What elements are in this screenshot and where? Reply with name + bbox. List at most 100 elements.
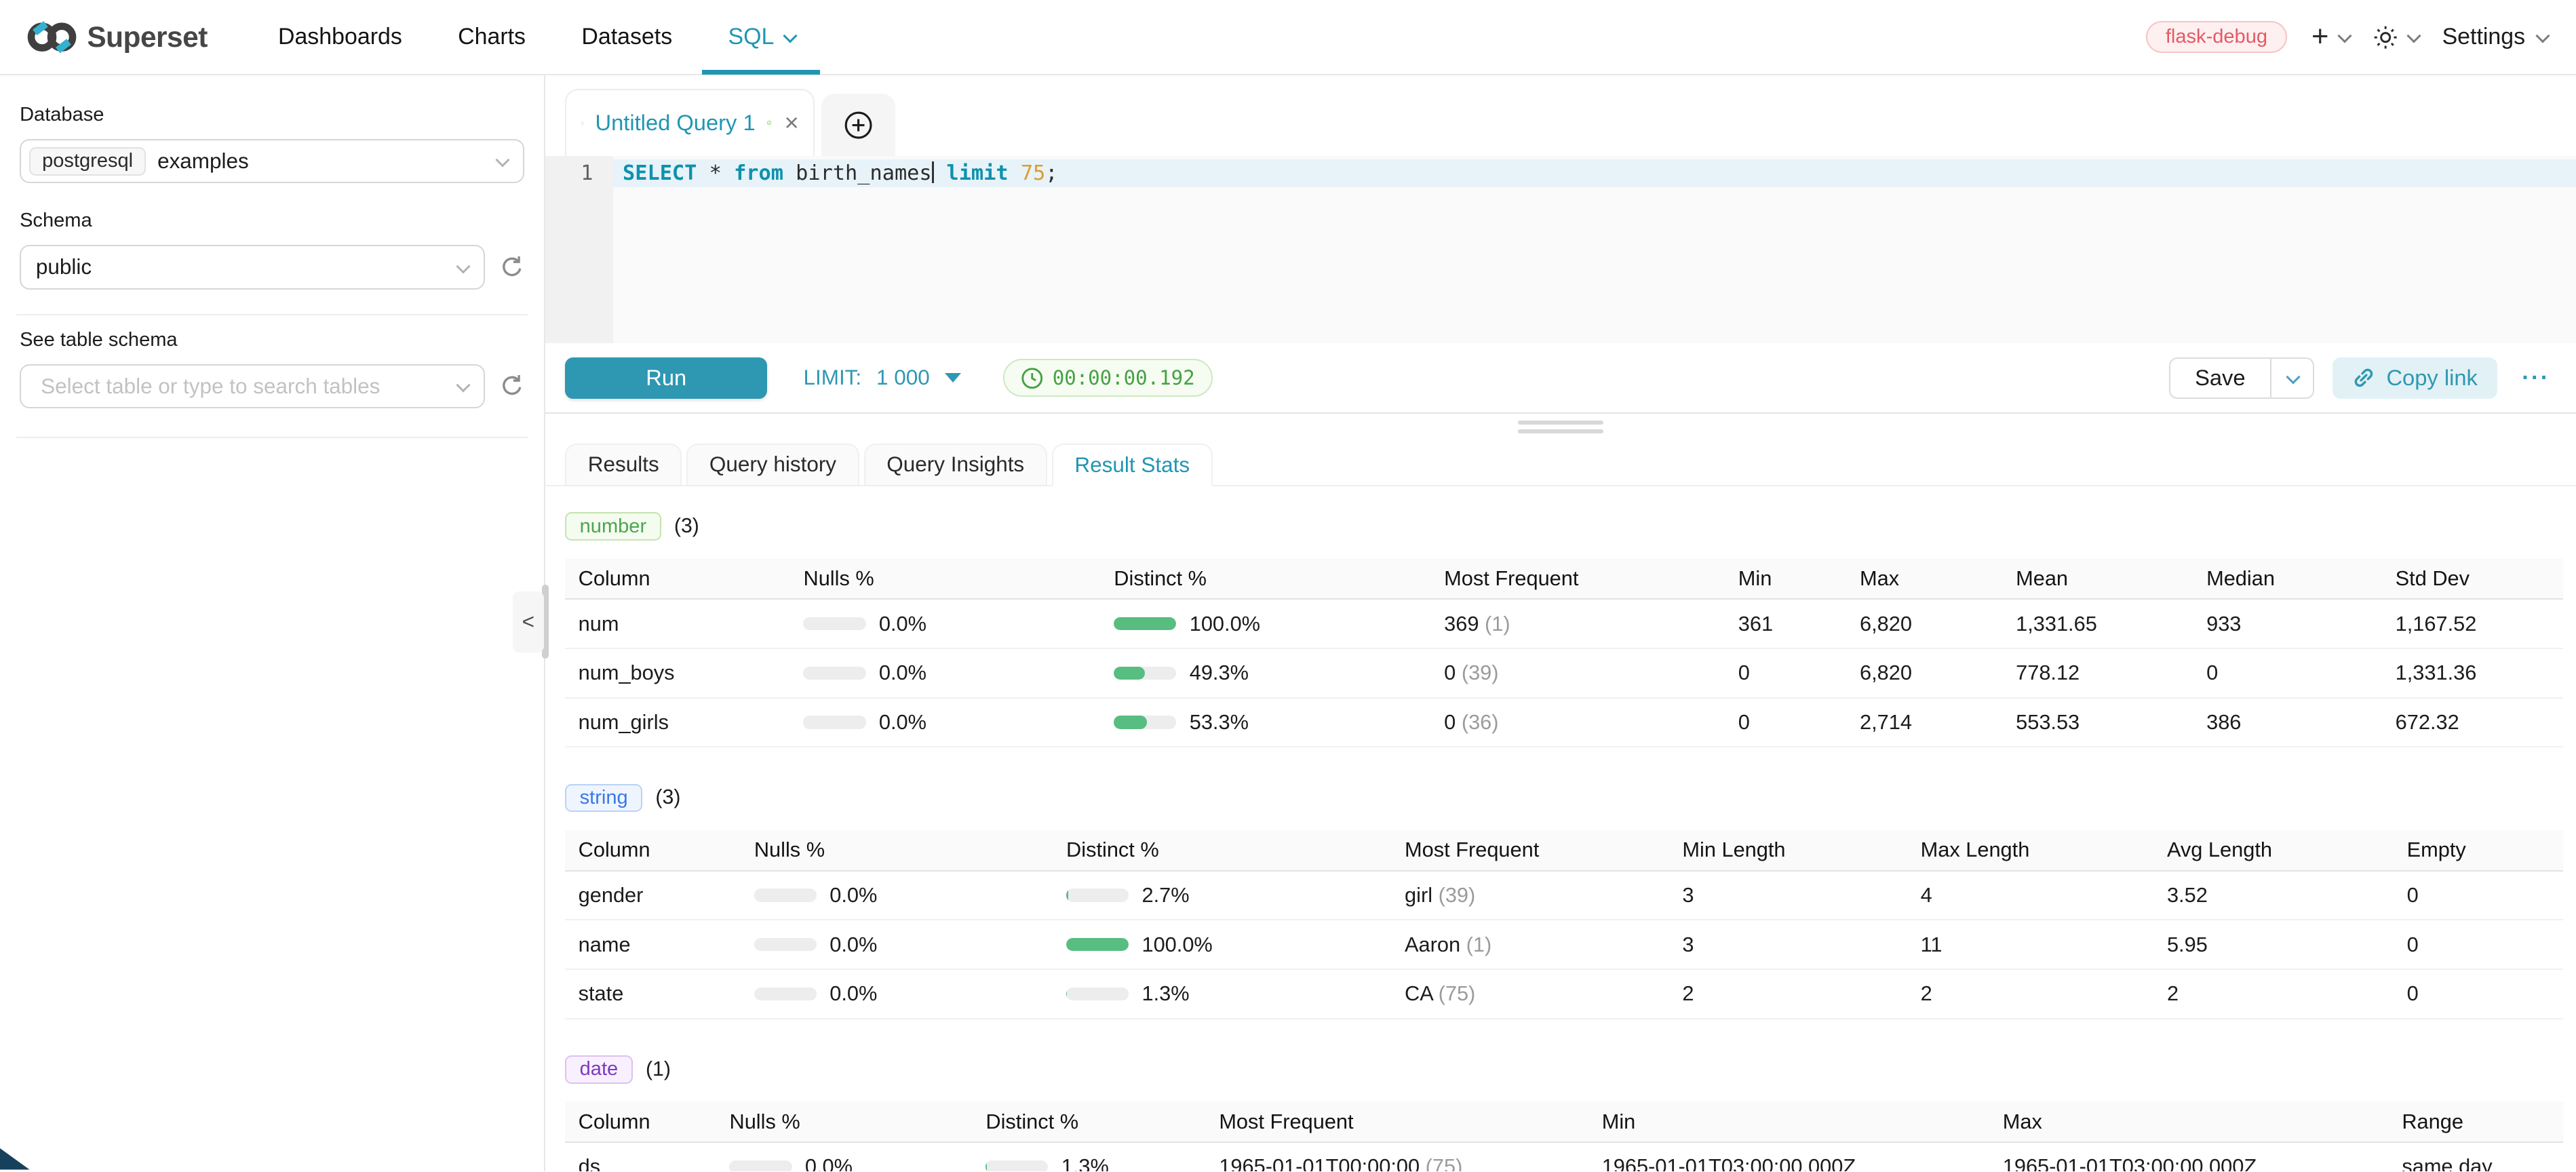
new-query-tab-button[interactable] — [821, 94, 895, 156]
query-tab[interactable]: Untitled Query 1 × — [565, 89, 815, 156]
stat-value-cell: 1,167.52 — [2382, 612, 2563, 636]
navbar-right: flask-debug + Settings — [2146, 21, 2546, 53]
stat-value-cell: 4 — [1907, 883, 2153, 907]
column-name-cell: num_boys — [565, 661, 790, 685]
stat-value-cell: 2 — [1907, 981, 2153, 1006]
most-frequent-count: (36) — [1456, 710, 1498, 734]
header-cell: Empty — [2394, 838, 2563, 862]
nav-item-datasets[interactable]: Datasets — [553, 0, 700, 75]
close-tab-icon[interactable]: × — [784, 111, 798, 135]
most-frequent-count: (1) — [1479, 612, 1510, 636]
superset-logo[interactable]: Superset — [26, 19, 208, 55]
stat-value-cell: same day — [2389, 1154, 2563, 1171]
save-options-button[interactable] — [2271, 357, 2314, 399]
limit-dropdown[interactable]: LIMIT: 1 000 — [803, 366, 960, 390]
sidebar-divider — [16, 437, 528, 438]
most-frequent-value: 0 — [1444, 710, 1456, 734]
stats-table-header: ColumnNulls %Distinct %Most FrequentMinM… — [565, 1101, 2563, 1143]
nulls-pct: 0.0% — [879, 710, 926, 735]
distinct-bar — [1066, 938, 1129, 951]
copy-link-button[interactable]: Copy link — [2333, 357, 2497, 399]
table-select[interactable]: Select table or type to search tables — [20, 364, 485, 408]
settings-menu[interactable]: Settings — [2442, 24, 2547, 50]
nulls-pct: 0.0% — [830, 933, 877, 957]
distinct-pct: 53.3% — [1190, 710, 1249, 735]
stat-value-cell: 1965-01-01T03:00:00.000Z — [1588, 1154, 1989, 1171]
sqllab-sidebar: Database postgresql examples Schema publ… — [0, 75, 545, 1171]
tab-results[interactable]: Results — [565, 444, 682, 485]
distinct-cell: 100.0% — [1053, 933, 1392, 957]
stat-value-cell: 3.52 — [2154, 883, 2394, 907]
nav-item-dashboards[interactable]: Dashboards — [250, 0, 430, 75]
chevron-down-icon — [2536, 29, 2550, 43]
stats-table-row: state0.0%1.3%CA (75)2220 — [565, 970, 2563, 1019]
stat-value-cell: 778.12 — [2003, 661, 2193, 685]
sql-code-area[interactable]: SELECT * from birth_names limit 75; — [613, 156, 2576, 343]
tab-query-insights[interactable]: Query Insights — [864, 444, 1047, 485]
distinct-bar-fill — [1114, 716, 1147, 728]
query-success-check-icon — [767, 111, 771, 135]
stat-value-cell: 3 — [1669, 933, 1907, 957]
more-options-button[interactable]: ··· — [2516, 365, 2557, 391]
chevron-down-icon — [2286, 370, 2301, 384]
results-panel: Results Query history Query Insights Res… — [545, 414, 2576, 1171]
stat-value-cell: 0 — [2193, 661, 2383, 685]
header-cell: Min — [1588, 1110, 1989, 1134]
chevron-down-icon — [456, 259, 471, 273]
chevron-down-icon — [2406, 29, 2421, 43]
section-badge-row: number (3) — [565, 512, 2563, 541]
stat-value-cell: 6,820 — [1847, 612, 2003, 636]
refresh-schemas-icon[interactable] — [500, 255, 524, 279]
most-frequent-cell: 0 (39) — [1431, 661, 1725, 685]
header-cell: Range — [2389, 1110, 2563, 1134]
header-cell: Column — [565, 566, 790, 591]
schema-value: public — [29, 255, 92, 279]
sun-icon — [2373, 25, 2398, 50]
stat-value-cell: 672.32 — [2382, 710, 2563, 735]
schema-select[interactable]: public — [20, 245, 485, 289]
nulls-cell: 0.0% — [716, 1154, 973, 1171]
panel-resize-handle[interactable] — [1518, 421, 1603, 439]
nulls-bar — [803, 716, 865, 728]
nulls-pct: 0.0% — [879, 661, 926, 685]
header-cell: Min — [1725, 566, 1846, 591]
distinct-pct: 100.0% — [1141, 933, 1212, 957]
nulls-pct: 0.0% — [879, 612, 926, 636]
nulls-pct: 0.0% — [805, 1154, 853, 1171]
sqllab-main: Untitled Query 1 × 1 SELE — [545, 75, 2576, 1171]
tab-result-stats[interactable]: Result Stats — [1052, 444, 1213, 486]
nulls-bar — [754, 888, 817, 901]
most-frequent-cell: 369 (1) — [1431, 612, 1725, 636]
collapse-sidebar-button[interactable]: < — [513, 591, 544, 652]
stat-value-cell: 0 — [1725, 661, 1846, 685]
sql-code-line: SELECT * from birth_names limit 75; — [613, 159, 2576, 187]
run-button[interactable]: Run — [565, 357, 767, 399]
section-count: (3) — [674, 515, 699, 538]
elapsed-timer: 00:00:00.192 — [1003, 359, 1212, 397]
distinct-pct: 1.3% — [1061, 1154, 1109, 1171]
editor-gutter: 1 — [545, 156, 612, 343]
tab-query-history[interactable]: Query history — [686, 444, 859, 485]
stats-sections: number (3) ColumnNulls %Distinct %Most Fre… — [545, 486, 2576, 1172]
new-item-menu[interactable]: + — [2311, 22, 2349, 52]
stats-section-string: string(3)ColumnNulls %Distinct %Most Fre… — [565, 784, 2563, 1019]
nav-item-charts[interactable]: Charts — [430, 0, 553, 75]
stat-value-cell: 2 — [2154, 981, 2394, 1006]
stat-value-cell: 1,331.36 — [2382, 661, 2563, 685]
line-number: 1 — [545, 159, 593, 187]
header-cell: Max Length — [1907, 838, 2153, 862]
theme-menu[interactable] — [2373, 25, 2417, 50]
distinct-bar-fill — [1114, 617, 1176, 630]
type-badge-date: date — [565, 1055, 632, 1084]
nulls-cell: 0.0% — [741, 883, 1053, 907]
type-badge-number: number — [565, 512, 661, 541]
save-button[interactable]: Save — [2169, 357, 2271, 399]
distinct-bar-fill — [1066, 888, 1068, 901]
distinct-cell: 1.3% — [1053, 981, 1392, 1006]
stat-value-cell: 6,820 — [1847, 661, 2003, 685]
nav-item-sql[interactable]: SQL — [700, 0, 821, 75]
database-select[interactable]: postgresql examples — [20, 139, 524, 183]
most-frequent-cell: Aaron (1) — [1392, 933, 1669, 957]
refresh-tables-icon[interactable] — [500, 374, 524, 398]
main-nav: Dashboards Charts Datasets SQL — [250, 0, 822, 75]
